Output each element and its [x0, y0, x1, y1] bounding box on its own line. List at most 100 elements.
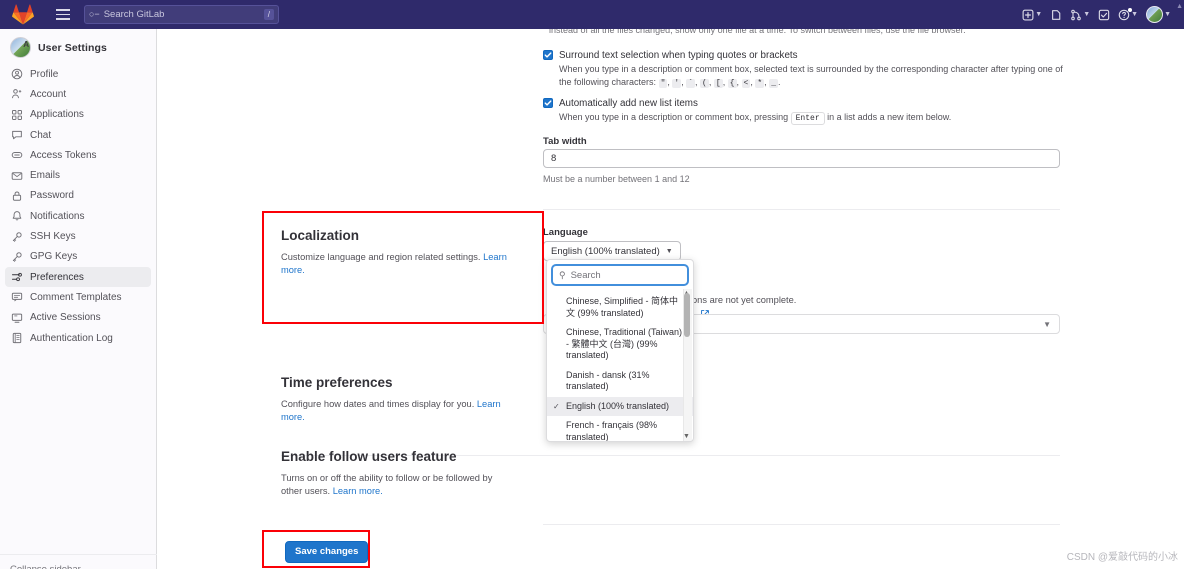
char-chip: ' — [672, 78, 682, 88]
sidebar-item-authentication-log[interactable]: Authentication Log — [5, 328, 151, 348]
sidebar-item-profile[interactable]: Profile — [5, 64, 151, 84]
surround-text-selection-row: Surround text selection when typing quot… — [543, 49, 1063, 90]
char-chip: { — [727, 78, 737, 88]
dropdown-search-wrapper: ⚲ Search — [547, 260, 693, 289]
search-icon: ○− — [89, 9, 100, 19]
char-chip: _ — [769, 78, 778, 88]
language-selected-value: English (100% translated) — [551, 245, 660, 257]
sidebar-item-password[interactable]: Password — [5, 186, 151, 206]
auto-add-list-items-checkbox[interactable] — [543, 98, 553, 108]
sidebar-item-ssh-keys[interactable]: SSH Keys — [5, 226, 151, 246]
chevron-down-icon: ▼ — [1043, 319, 1051, 329]
time-preferences-title: Time preferences — [281, 375, 393, 390]
follow-users-learn-more-link[interactable]: Learn more. — [333, 486, 383, 496]
check-icon: ✓ — [553, 401, 560, 411]
sidebar-nav-list: Profile Account Applications Chat Access — [0, 64, 156, 348]
issues-icon — [1052, 9, 1061, 20]
sidebar-item-chat[interactable]: Chat — [5, 125, 151, 145]
watermark: CSDN @爱敲代码的小冰 — [1066, 552, 1178, 563]
create-new-menu[interactable]: ▼ — [1019, 7, 1045, 23]
enter-key-cap: Enter — [790, 112, 825, 125]
sidebar-item-notifications[interactable]: Notifications — [5, 206, 151, 226]
sidebar-item-label: Profile — [30, 68, 59, 80]
follow-users-title: Enable follow users feature — [281, 449, 457, 464]
hamburger-menu-icon[interactable] — [52, 5, 74, 25]
search-input[interactable]: ○− Search GitLab / — [84, 5, 279, 24]
language-search-input[interactable]: ⚲ Search — [552, 265, 688, 285]
tab-width-input[interactable]: 8 — [543, 149, 1060, 168]
language-dropdown-toggle[interactable]: English (100% translated) ▼ — [543, 241, 681, 261]
sidebar-header[interactable]: User Settings — [0, 34, 156, 64]
auto-add-list-items-description: When you type in a description or commen… — [559, 111, 1063, 125]
desc-text-before: When you type in a description or commen… — [559, 112, 791, 122]
language-option-label: English (100% translated) — [566, 400, 670, 411]
sidebar-item-gpg-keys[interactable]: GPG Keys — [5, 247, 151, 267]
language-option[interactable]: Danish - dansk (31% translated) — [547, 366, 693, 397]
sidebar-item-label: Password — [30, 190, 74, 202]
surround-text-selection-checkbox[interactable] — [543, 50, 553, 60]
lock-icon — [10, 189, 23, 202]
language-label: Language — [543, 227, 588, 238]
desc-text-after: . — [778, 76, 781, 87]
comment-template-icon — [10, 291, 23, 304]
sidebar-item-active-sessions[interactable]: Active Sessions — [5, 308, 151, 328]
key-icon — [10, 250, 23, 263]
language-option[interactable]: Chinese, Simplified - 简体中文 (99% translat… — [547, 292, 693, 323]
preferences-sliders-icon — [10, 271, 23, 284]
dropdown-scrollbar[interactable]: ▲ ▼ — [683, 289, 692, 441]
chevron-down-icon: ▼ — [1035, 11, 1043, 18]
sidebar-item-emails[interactable]: Emails — [5, 165, 151, 185]
tab-width-label: Tab width — [543, 136, 587, 147]
save-changes-button[interactable]: Save changes — [285, 541, 369, 563]
char-chip: * — [755, 78, 765, 88]
scrollbar-thumb[interactable] — [684, 293, 690, 337]
chevron-down-icon: ▼ — [1164, 11, 1171, 18]
plus-square-icon — [1022, 9, 1034, 20]
chevron-down-icon: ▼ — [1083, 11, 1091, 18]
issues-link[interactable] — [1047, 7, 1065, 23]
language-search-placeholder: Search — [570, 269, 601, 281]
sidebar-item-label: Emails — [30, 170, 61, 182]
applications-grid-icon — [10, 108, 23, 121]
divider — [543, 209, 1060, 210]
language-option[interactable]: French - français (98% translated) — [547, 416, 693, 441]
gitlab-logo-icon[interactable] — [12, 3, 38, 26]
key-icon — [10, 230, 23, 243]
scroll-down-icon[interactable]: ▼ — [682, 432, 691, 441]
follow-users-description: Turns on or off the ability to follow or… — [281, 472, 516, 498]
divider — [543, 524, 1060, 525]
search-shortcut-badge: / — [263, 9, 274, 20]
sidebar-item-label: Comment Templates — [30, 291, 122, 303]
localization-description: Customize language and region related se… — [281, 251, 516, 277]
time-preferences-description: Configure how dates and times display fo… — [281, 398, 516, 424]
user-menu[interactable]: ▼ — [1143, 4, 1174, 25]
sidebar-item-label: Account — [30, 88, 67, 100]
localization-title: Localization — [281, 228, 360, 243]
char-chip: ( — [700, 78, 709, 88]
sidebar-item-label: GPG Keys — [30, 251, 78, 263]
sidebar-collapse-button[interactable]: Collapse sidebar — [0, 554, 157, 569]
merge-request-icon — [1071, 9, 1081, 20]
search-icon: ⚲ — [559, 269, 566, 280]
sidebar-item-preferences[interactable]: Preferences — [5, 266, 151, 288]
follow-users-desc-text: Turns on or off the ability to follow or… — [281, 473, 493, 496]
token-icon — [10, 149, 23, 162]
char-chip: ` — [686, 78, 696, 88]
sidebar-item-applications[interactable]: Applications — [5, 105, 151, 125]
language-option-label: Chinese, Simplified - 简体中文 (99% translat… — [566, 296, 679, 318]
account-icon — [10, 88, 23, 101]
sidebar-item-comment-templates[interactable]: Comment Templates — [5, 287, 151, 307]
language-option[interactable]: Chinese, Traditional (Taiwan) - 繁體中文 (台灣… — [547, 323, 693, 366]
sidebar-item-account[interactable]: Account — [5, 84, 151, 104]
monitor-icon — [10, 311, 23, 324]
char-chip: < — [741, 78, 751, 88]
language-option-selected[interactable]: ✓ English (100% translated) — [547, 396, 693, 416]
merge-requests-menu[interactable]: ▼ — [1067, 7, 1093, 23]
language-option-label: Chinese, Traditional (Taiwan) - 繁體中文 (台灣… — [566, 327, 683, 360]
chat-bubble-icon — [10, 129, 23, 142]
help-menu[interactable]: ▼ — [1115, 7, 1141, 23]
language-dropdown-panel: ⚲ Search Chinese, Simplified - 简体中文 (99%… — [546, 259, 694, 442]
sidebar-item-label: Preferences — [30, 271, 84, 283]
sidebar-item-access-tokens[interactable]: Access Tokens — [5, 145, 151, 165]
todos-link[interactable] — [1095, 7, 1113, 23]
